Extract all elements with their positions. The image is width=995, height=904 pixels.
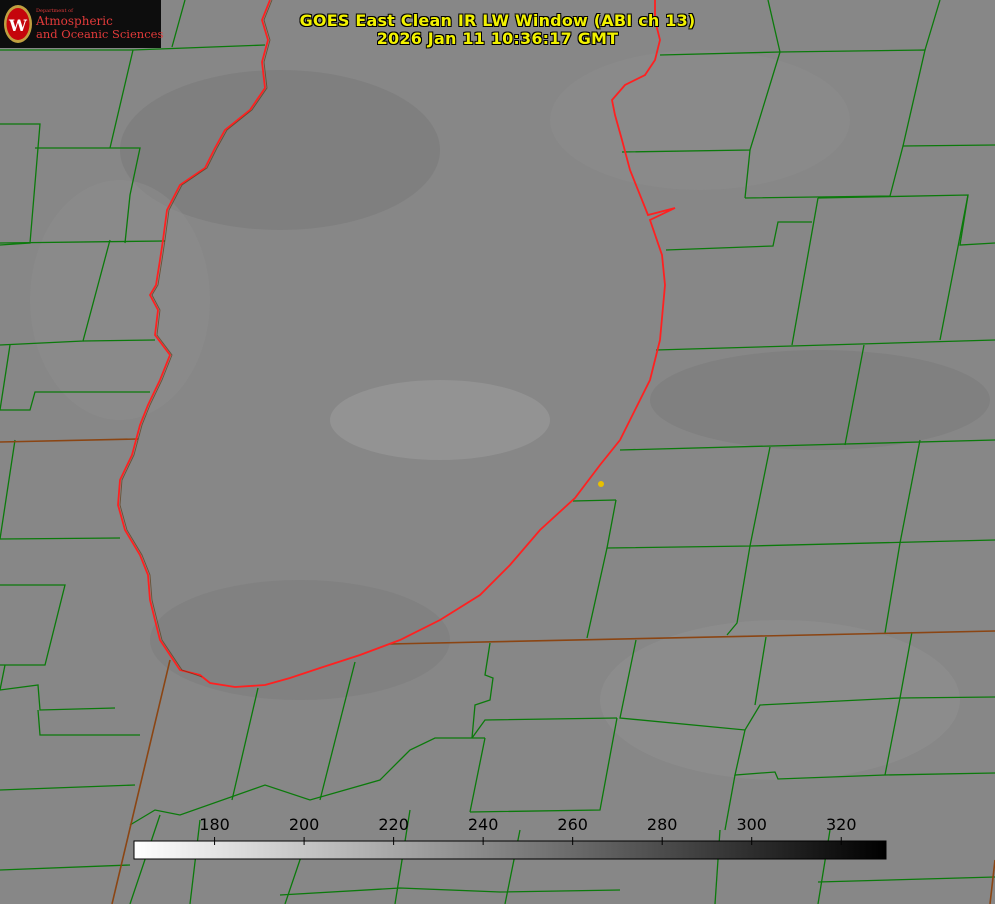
colorbar-tick-label: 220 [378,815,409,834]
colorbar-tick-label: 240 [468,815,499,834]
colorbar-tick-label: 260 [557,815,588,834]
cloud-texture [600,620,960,780]
cloud-texture [150,580,450,700]
colorbar-tick-label: 280 [647,815,678,834]
logo-name-line2: and Oceanic Sciences [36,27,164,41]
cloud-texture [650,350,990,450]
seal-letter: W [8,16,28,35]
colorbar-tick-label: 200 [289,815,320,834]
colorbar-tick-label: 180 [199,815,230,834]
colorbar-gradient [133,840,887,860]
satellite-map: 180 200 220 240 260 280 300 320 [0,0,995,904]
department-logo: W Department of Atmospheric and Oceanic … [0,0,164,48]
colorbar-tick-label: 320 [826,815,857,834]
station-marker-icon [598,481,604,487]
cloud-texture [550,50,850,190]
colorbar-tick-label: 300 [736,815,767,834]
cloud-texture [30,180,210,420]
cloud-texture [330,380,550,460]
university-seal-icon: W [4,5,32,43]
